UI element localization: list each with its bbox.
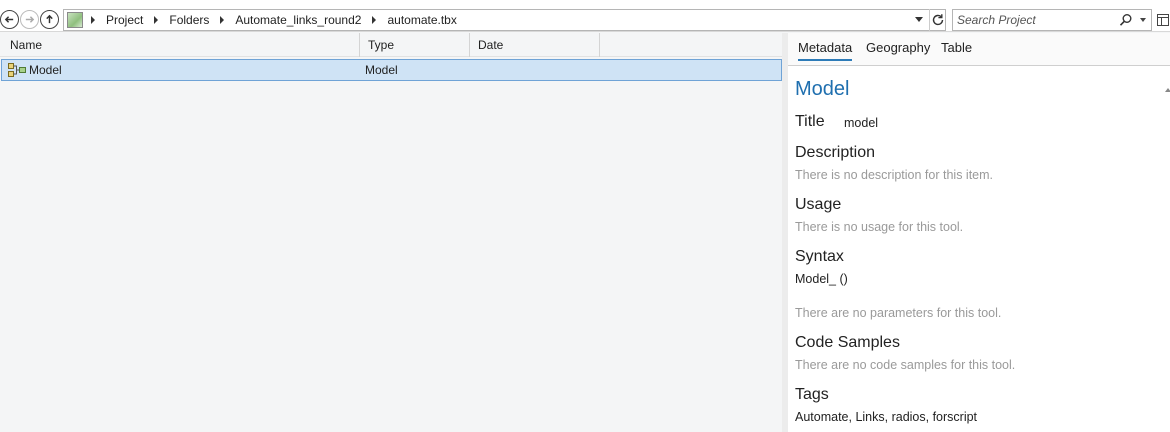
metadata-pane: Metadata Geography Table Model Title mod… [788, 33, 1170, 432]
arrow-up-icon [46, 14, 53, 24]
column-header-type[interactable]: Type [360, 33, 470, 57]
forward-button[interactable] [20, 10, 39, 29]
title-label: Title [795, 113, 825, 130]
column-headers: Name Type Date [0, 33, 782, 57]
breadcrumb-separator-icon[interactable] [154, 16, 159, 24]
description-value: There is no description for this item. [795, 168, 993, 182]
project-icon [67, 12, 83, 28]
row-name: Model [29, 63, 62, 77]
chevron-down-icon[interactable] [915, 17, 923, 22]
column-header-date[interactable]: Date [470, 33, 600, 57]
column-header-name[interactable]: Name [0, 33, 360, 57]
arrow-left-icon [4, 16, 14, 23]
tab-bar: Metadata Geography Table [788, 33, 1170, 66]
scroll-up-icon[interactable] [1165, 88, 1170, 92]
breadcrumb-separator-icon[interactable] [91, 16, 95, 24]
table-row[interactable]: Model Model [1, 59, 782, 81]
code-samples-value: There are no code samples for this tool. [795, 358, 1016, 372]
tab-table[interactable]: Table [941, 40, 972, 59]
refresh-icon [932, 14, 944, 26]
usage-label: Usage [795, 196, 842, 213]
up-button[interactable] [40, 10, 59, 29]
back-button[interactable] [0, 10, 19, 29]
title-value: model [844, 116, 879, 130]
tab-geography[interactable]: Geography [866, 40, 930, 59]
breadcrumb-item-project[interactable]: Project [106, 13, 143, 27]
tags-label: Tags [795, 386, 829, 403]
arrow-right-icon [25, 16, 35, 23]
breadcrumb: Project Folders Automate_links_round2 au… [88, 10, 457, 30]
description-label: Description [795, 144, 876, 161]
search-box [952, 9, 1152, 31]
breadcrumb-item-folder[interactable]: Automate_links_round2 [235, 13, 361, 27]
search-icon[interactable] [1119, 13, 1133, 27]
search-input[interactable] [957, 12, 1117, 28]
syntax-label: Syntax [795, 248, 844, 265]
navigation-bar: Project Folders Automate_links_round2 au… [0, 0, 1170, 32]
tags-value: Automate, Links, radios, forscript [795, 410, 978, 424]
layout-icon[interactable] [1157, 14, 1169, 26]
path-bar[interactable]: Project Folders Automate_links_round2 au… [63, 9, 946, 31]
model-icon [8, 63, 26, 77]
code-samples-label: Code Samples [795, 334, 900, 351]
syntax-value: Model_ () [795, 272, 848, 286]
breadcrumb-item-folders[interactable]: Folders [169, 13, 209, 27]
refresh-button[interactable] [929, 9, 946, 31]
item-title: Model [795, 78, 850, 100]
row-type: Model [365, 63, 398, 77]
parameters-value: There are no parameters for this tool. [795, 306, 1002, 320]
usage-value: There is no usage for this tool. [795, 220, 964, 234]
contents-pane: Name Type Date Model Model [0, 33, 782, 432]
breadcrumb-item-toolbox[interactable]: automate.tbx [387, 13, 456, 27]
breadcrumb-separator-icon[interactable] [372, 16, 377, 24]
search-options-dropdown-icon[interactable] [1140, 18, 1146, 22]
tab-metadata[interactable]: Metadata [798, 40, 853, 61]
breadcrumb-separator-icon[interactable] [220, 16, 225, 24]
